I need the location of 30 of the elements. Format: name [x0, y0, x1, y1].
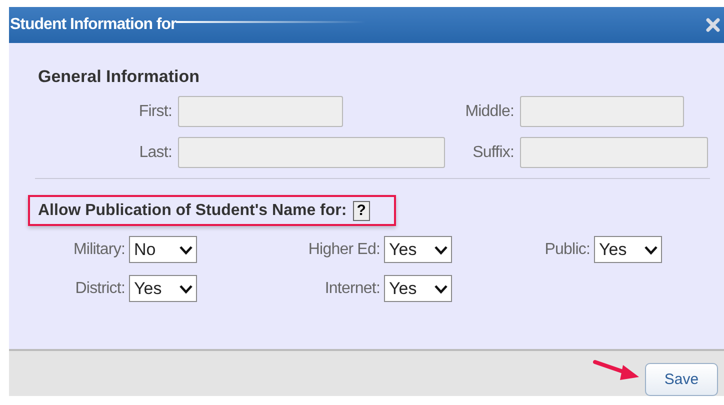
field-label: Military:	[72, 240, 125, 258]
dropdown[interactable]: Yes	[594, 236, 662, 263]
section-heading: General Information	[37, 67, 201, 87]
window-title: Student Information for	[9, 16, 176, 34]
text-field[interactable]	[178, 137, 445, 168]
field-label: Higher Ed:	[307, 240, 380, 258]
arrow-icon	[593, 358, 641, 382]
chevron-down-icon	[179, 284, 193, 294]
field-label: District:	[74, 280, 125, 298]
dropdown[interactable]: No	[129, 236, 197, 263]
close-icon[interactable]	[706, 18, 720, 32]
chevron-down-icon	[644, 244, 658, 254]
field-label: Internet:	[324, 280, 380, 298]
help-button[interactable]: ?	[352, 200, 370, 220]
text-field[interactable]	[520, 96, 684, 127]
field-label: Last:	[138, 144, 172, 162]
field-label: First:	[138, 102, 172, 120]
text-field[interactable]	[520, 137, 708, 168]
field-label: Public:	[544, 240, 590, 258]
text-field[interactable]	[178, 96, 343, 127]
dropdown[interactable]: Yes	[384, 275, 452, 302]
chevron-down-icon	[434, 244, 448, 254]
field-label: Middle:	[464, 102, 514, 120]
chevron-down-icon	[434, 284, 448, 294]
dropdown[interactable]: Yes	[384, 236, 452, 263]
section-heading: Allow Publication of Student's Name for:	[38, 202, 347, 220]
dropdown[interactable]: Yes	[129, 275, 197, 302]
field-label: Suffix:	[472, 144, 514, 162]
save-button[interactable]: Save	[645, 363, 718, 396]
chevron-down-icon	[179, 244, 193, 254]
